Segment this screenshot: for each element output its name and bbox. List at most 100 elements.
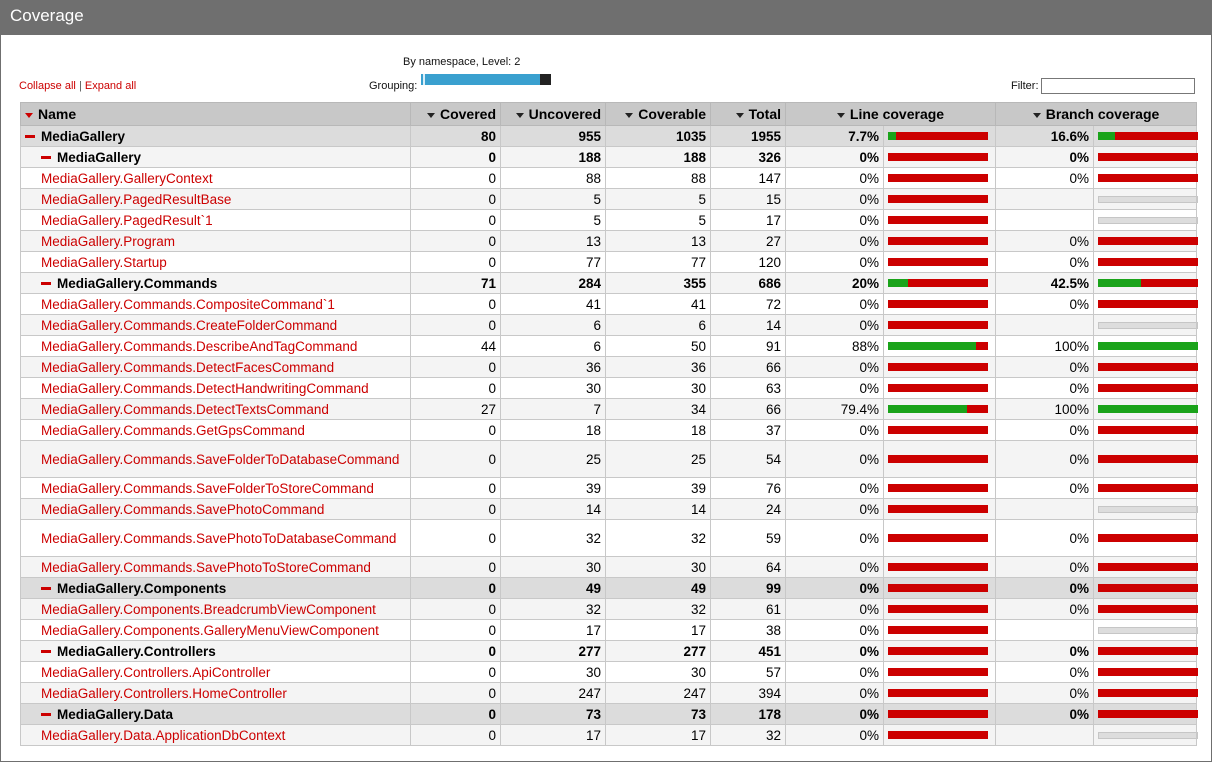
class-link[interactable]: MediaGallery.Controllers.HomeController bbox=[20, 682, 411, 704]
coverable-value: 88 bbox=[605, 167, 711, 189]
line-coverage-bar-uncovered bbox=[888, 484, 988, 492]
expand-all-link[interactable]: Expand all bbox=[85, 80, 136, 92]
line-coverage-bar-cell bbox=[883, 498, 996, 520]
column-header-coverable[interactable]: Coverable bbox=[605, 102, 711, 126]
total-value: 57 bbox=[710, 661, 786, 683]
branch-coverage-bar-uncovered bbox=[1098, 455, 1198, 463]
line-coverage-bar bbox=[888, 534, 988, 542]
class-link[interactable]: MediaGallery.Components.GalleryMenuViewC… bbox=[20, 619, 411, 641]
covered-value: 0 bbox=[410, 293, 501, 315]
branch-coverage-bar bbox=[1098, 153, 1198, 161]
column-header-uncovered[interactable]: Uncovered bbox=[500, 102, 606, 126]
branch-coverage-value: 0% bbox=[995, 356, 1094, 378]
class-link[interactable]: MediaGallery.Commands.SaveFolderToStoreC… bbox=[20, 477, 411, 499]
collapse-icon[interactable] bbox=[41, 587, 51, 591]
class-link[interactable]: MediaGallery.PagedResultBase bbox=[20, 188, 411, 210]
uncovered-value: 17 bbox=[500, 724, 606, 746]
namespace-name[interactable]: MediaGallery.Controllers bbox=[20, 640, 411, 662]
line-coverage-bar bbox=[888, 689, 988, 697]
line-coverage-bar-uncovered bbox=[888, 455, 988, 463]
grouping-slider-tick bbox=[423, 74, 425, 85]
line-coverage-value: 0% bbox=[785, 419, 884, 441]
branch-coverage-bar bbox=[1098, 426, 1198, 434]
coverable-value: 14 bbox=[605, 498, 711, 520]
branch-coverage-bar-cell bbox=[1092, 419, 1198, 441]
line-coverage-bar-uncovered bbox=[888, 216, 988, 224]
uncovered-value: 13 bbox=[500, 230, 606, 252]
uncovered-value: 30 bbox=[500, 377, 606, 399]
collapse-icon[interactable] bbox=[41, 282, 51, 286]
column-header-line-coverage[interactable]: Line coverage bbox=[785, 102, 996, 126]
class-link[interactable]: MediaGallery.Data.ApplicationDbContext bbox=[20, 724, 411, 746]
class-link[interactable]: MediaGallery.Commands.CompositeCommand`1 bbox=[20, 293, 411, 315]
class-row: MediaGallery.Commands.DetectFacesCommand… bbox=[20, 356, 1198, 378]
line-coverage-bar-cell bbox=[883, 125, 996, 147]
class-link[interactable]: MediaGallery.Components.BreadcrumbViewCo… bbox=[20, 598, 411, 620]
branch-coverage-bar-cell bbox=[1092, 498, 1198, 520]
total-value: 38 bbox=[710, 619, 786, 641]
class-link[interactable]: MediaGallery.PagedResult`1 bbox=[20, 209, 411, 231]
namespace-name[interactable]: MediaGallery.Components bbox=[20, 577, 411, 599]
collapse-all-link[interactable]: Collapse all bbox=[19, 80, 76, 92]
line-coverage-bar-uncovered bbox=[888, 384, 988, 392]
class-link[interactable]: MediaGallery.Commands.DescribeAndTagComm… bbox=[20, 335, 411, 357]
total-value: 37 bbox=[710, 419, 786, 441]
row-name-text: MediaGallery.Commands.SaveFolderToStoreC… bbox=[41, 480, 374, 496]
line-coverage-bar-cell bbox=[883, 209, 996, 231]
row-name-text: MediaGallery.Commands bbox=[57, 275, 218, 291]
line-coverage-bar-uncovered bbox=[888, 605, 988, 613]
coverable-value: 50 bbox=[605, 335, 711, 357]
collapse-icon[interactable] bbox=[25, 135, 35, 139]
column-header-branch-coverage[interactable]: Branch coverage bbox=[994, 102, 1198, 126]
collapse-icon[interactable] bbox=[41, 713, 51, 717]
link-separator: | bbox=[78, 80, 82, 92]
namespace-name[interactable]: MediaGallery.Commands bbox=[20, 272, 411, 294]
grouping-slider[interactable] bbox=[421, 74, 551, 85]
line-coverage-value: 0% bbox=[785, 188, 884, 210]
class-link[interactable]: MediaGallery.Commands.DetectHandwritingC… bbox=[20, 377, 411, 399]
covered-value: 0 bbox=[410, 356, 501, 378]
line-coverage-value: 0% bbox=[785, 682, 884, 704]
column-header-covered[interactable]: Covered bbox=[410, 102, 501, 126]
class-link[interactable]: MediaGallery.Commands.SavePhotoToDatabas… bbox=[20, 519, 411, 557]
column-header-total[interactable]: Total bbox=[710, 102, 786, 126]
total-value: 59 bbox=[710, 519, 786, 557]
class-link[interactable]: MediaGallery.Commands.DetectTextsCommand bbox=[20, 398, 411, 420]
line-coverage-bar-uncovered bbox=[888, 534, 988, 542]
covered-value: 0 bbox=[410, 619, 501, 641]
line-coverage-bar-uncovered bbox=[888, 195, 988, 203]
class-link[interactable]: MediaGallery.Commands.SaveFolderToDataba… bbox=[20, 440, 411, 478]
class-link[interactable]: MediaGallery.Commands.GetGpsCommand bbox=[20, 419, 411, 441]
row-name-text: MediaGallery.Commands.GetGpsCommand bbox=[41, 422, 305, 438]
class-link[interactable]: MediaGallery.Program bbox=[20, 230, 411, 252]
namespace-name[interactable]: MediaGallery.Data bbox=[20, 703, 411, 725]
line-coverage-bar-cell bbox=[883, 377, 996, 399]
line-coverage-bar-uncovered bbox=[888, 689, 988, 697]
class-link[interactable]: MediaGallery.GalleryContext bbox=[20, 167, 411, 189]
total-value: 178 bbox=[710, 703, 786, 725]
line-coverage-bar-uncovered bbox=[888, 668, 988, 676]
coverable-value: 32 bbox=[605, 598, 711, 620]
class-link[interactable]: MediaGallery.Controllers.ApiController bbox=[20, 661, 411, 683]
namespace-name[interactable]: MediaGallery bbox=[20, 125, 411, 147]
total-value: 66 bbox=[710, 356, 786, 378]
class-link[interactable]: MediaGallery.Commands.SavePhotoCommand bbox=[20, 498, 411, 520]
class-link[interactable]: MediaGallery.Startup bbox=[20, 251, 411, 273]
class-link[interactable]: MediaGallery.Commands.CreateFolderComman… bbox=[20, 314, 411, 336]
namespace-name[interactable]: MediaGallery bbox=[20, 146, 411, 168]
column-header-name[interactable]: Name bbox=[20, 102, 411, 126]
namespace-row: MediaGallery.Components 0 49 49 99 0% 0% bbox=[20, 577, 1198, 599]
grouping-slider-handle[interactable] bbox=[540, 74, 551, 85]
uncovered-value: 32 bbox=[500, 598, 606, 620]
collapse-icon[interactable] bbox=[41, 650, 51, 654]
filter-input[interactable] bbox=[1041, 78, 1195, 94]
line-coverage-bar-cell bbox=[883, 682, 996, 704]
row-name-text: MediaGallery.Commands.SavePhotoToDatabas… bbox=[41, 530, 397, 546]
toolbar: Collapse all | Expand all By namespace, … bbox=[1, 35, 1211, 101]
class-link[interactable]: MediaGallery.Commands.SavePhotoToStoreCo… bbox=[20, 556, 411, 578]
class-link[interactable]: MediaGallery.Commands.DetectFacesCommand bbox=[20, 356, 411, 378]
line-coverage-bar bbox=[888, 279, 988, 287]
collapse-icon[interactable] bbox=[41, 156, 51, 160]
branch-coverage-bar-empty bbox=[1098, 505, 1198, 513]
covered-value: 0 bbox=[410, 661, 501, 683]
